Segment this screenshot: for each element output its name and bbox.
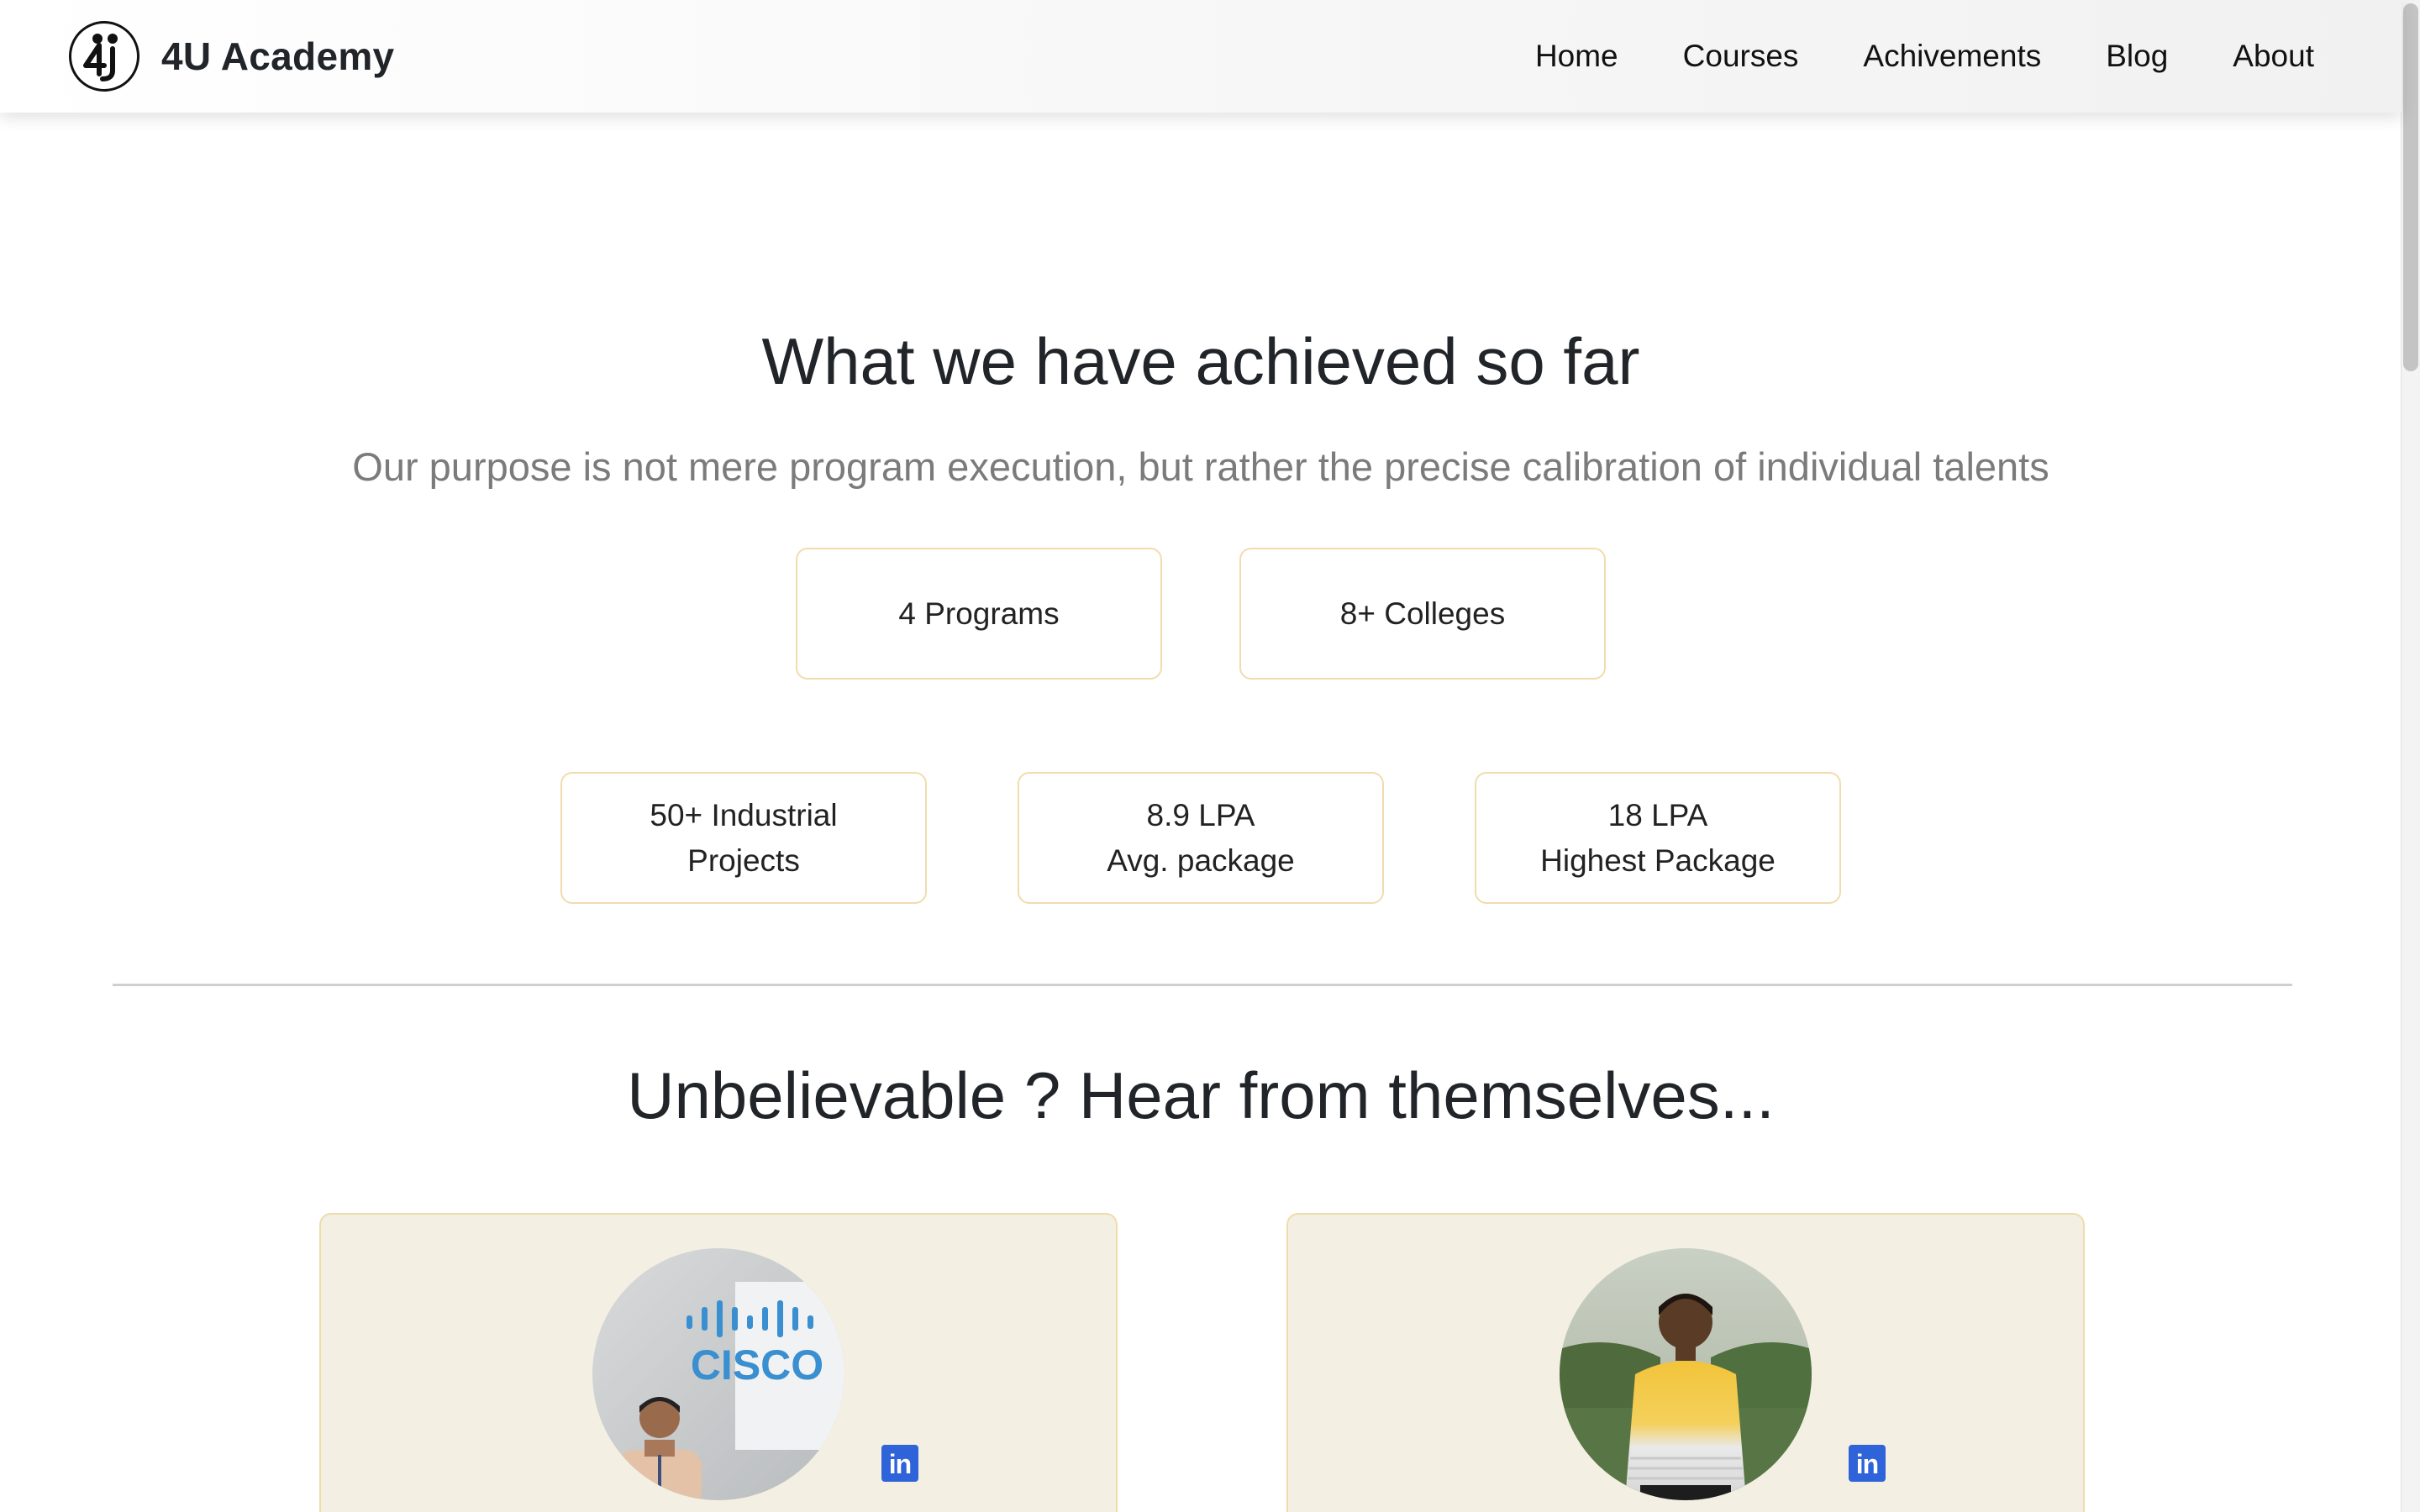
stat-value: 4 Programs [898, 596, 1060, 631]
brand-link[interactable]: 4U Academy [69, 20, 394, 92]
achievements-title: What we have achieved so far [761, 324, 1640, 398]
nav-about[interactable]: About [2233, 39, 2314, 74]
scrollbar-thumb[interactable] [2403, 3, 2418, 371]
testimonial-card: CISCO in [319, 1213, 1118, 1512]
logo-glyph-icon [83, 34, 118, 81]
stat-value: 50+ Industrial [650, 797, 838, 832]
stat-label: Projects [687, 843, 800, 878]
stat-card-programs: 4 Programs [796, 548, 1162, 680]
stat-card-colleges: 8+ Colleges [1239, 548, 1606, 680]
achievements-subtitle: Our purpose is not mere program executio… [352, 444, 2049, 489]
testimonial-card: in [1286, 1213, 2085, 1512]
stat-card-avg-package: 8.9 LPA Avg. package [1018, 772, 1384, 904]
linkedin-icon[interactable]: in [1849, 1445, 1886, 1482]
brand-name: 4U Academy [161, 34, 395, 78]
stat-label: Avg. package [1107, 843, 1295, 878]
stat-value: 18 LPA [1607, 797, 1708, 832]
avatar [1560, 1248, 1812, 1500]
page-scrollbar[interactable] [2401, 0, 2420, 1512]
avatar-photo-icon: CISCO [592, 1248, 844, 1500]
stat-card-projects: 50+ Industrial Projects [560, 772, 927, 904]
nav-links: Home Courses Achivements Blog About [1470, 0, 2314, 113]
stat-label: Highest Package [1540, 843, 1776, 878]
avatar-caption: CISCO [691, 1341, 823, 1389]
nav-achievements[interactable]: Achivements [1863, 39, 2041, 74]
nav-blog[interactable]: Blog [2106, 39, 2168, 74]
avatar-photo-icon [1560, 1248, 1812, 1500]
nav-home[interactable]: Home [1535, 39, 1618, 74]
avatar: CISCO [592, 1248, 844, 1500]
stat-value: 8+ Colleges [1339, 596, 1506, 631]
navbar: 4U Academy Home Courses Achivements Blog… [0, 0, 2402, 113]
nav-courses[interactable]: Courses [1683, 39, 1799, 74]
page: 4U Academy Home Courses Achivements Blog… [0, 0, 2420, 1512]
stat-card-highest-package: 18 LPA Highest Package [1475, 772, 1841, 904]
academy-logo-icon [69, 21, 139, 92]
stat-value: 8.9 LPA [1146, 797, 1255, 832]
linkedin-icon[interactable]: in [881, 1445, 918, 1482]
testimonials-title: Unbelievable ? Hear from themselves... [627, 1058, 1775, 1132]
section-divider [113, 984, 2292, 986]
